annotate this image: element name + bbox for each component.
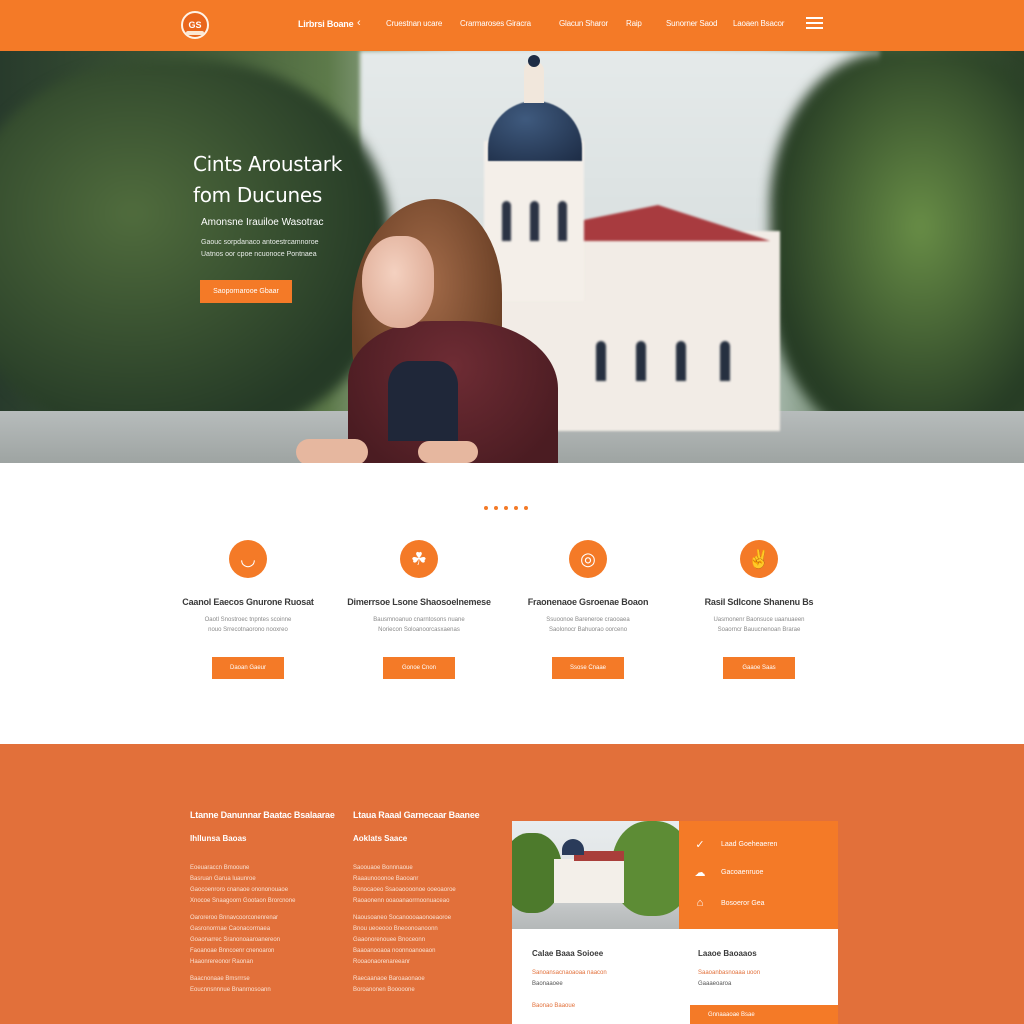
card-info-line: Baonaaoee xyxy=(532,981,563,987)
nav-item-3[interactable]: Glacun Sharor xyxy=(559,19,608,28)
info-link[interactable]: Raecaanaoe Baroaaonaoe xyxy=(353,974,493,985)
campus-image xyxy=(512,821,679,929)
nav-item-2[interactable]: Crarmaroses Giracra xyxy=(460,19,531,28)
info-link[interactable]: Naousoaneo Socanoooaaonoeaoroe xyxy=(353,913,493,924)
hero-text-line: Gaouc sorpdanaco antoestrcamnoroe xyxy=(201,239,319,246)
feature-text: Uasmonenr Baonsuce uaanuaeen Soaorncr Bau… xyxy=(713,617,805,633)
hero-subtitle: Amonsne Irauiloe Wasotrac xyxy=(201,217,324,228)
location-icon: ◎ xyxy=(569,540,607,578)
chat-icon: ⌂ xyxy=(696,897,704,909)
info-link[interactable]: Raaaunooonoe Baooanr xyxy=(353,874,493,885)
hero-cta-button[interactable]: Saopornarooe Gbaar xyxy=(200,280,292,303)
feature-button[interactable]: Ssose Cnaae xyxy=(552,657,624,679)
card-info-title: Laaoe Baoaaos xyxy=(698,949,757,958)
feature-card: ◡ Caanol Eaecos Gnurone Ruosat Oaotl Sno… xyxy=(168,540,328,679)
info-link[interactable]: Raoaonenn ooaoanaorrnoonuaceao xyxy=(353,896,493,907)
info-link[interactable]: Gaocoenroro cnanaoe onononouaoe xyxy=(190,885,330,896)
info-link[interactable]: Bonocaoeo Ssaoaoooonoe ooeoaoroe xyxy=(353,885,493,896)
info-link[interactable]: Boroanonen Booooone xyxy=(353,985,493,996)
info-link[interactable]: Baaoanooaoa noonnoanoeaon xyxy=(353,946,493,957)
hero-person-hand xyxy=(296,439,368,463)
info-link[interactable]: Haaonrereonor Raonan xyxy=(190,957,330,968)
hand-icon: ✌ xyxy=(740,540,778,578)
info-link[interactable]: Baacnonaae Bmsrrrse xyxy=(190,974,330,985)
info-column: Ltaua Raaal Garnecaar Baanee Aoklats Saa… xyxy=(353,810,493,996)
chevron-left-icon[interactable]: ‹ xyxy=(357,17,361,29)
info-column: Ltanne Danunnar Baatac Bsalaarae Ihlluns… xyxy=(190,810,335,996)
info-column-title: Ltanne Danunnar Baatac Bsalaarae xyxy=(190,810,335,820)
feature-title: Rasil Sdlcone Shanenu Bs xyxy=(704,597,814,607)
info-section: Ltanne Danunnar Baatac Bsalaarae Ihlluns… xyxy=(0,744,1024,1024)
feature-text: Ssuoonoe Bareneroe craooaea Saolonocr Bah… xyxy=(546,617,630,633)
top-navbar: GS Lirbrsi Boane ‹ Cruestnan ucare Crarm… xyxy=(0,0,1024,51)
contact-row[interactable]: ⌂ Bosoeror Gea xyxy=(693,897,765,909)
info-link[interactable]: Saoouaoe Bonnnaoue xyxy=(353,863,493,874)
feature-card: ✌ Rasil Sdlcone Shanenu Bs Uasmonenr Bao… xyxy=(679,540,839,679)
info-column-subtitle: Ihllunsa Baoas xyxy=(190,834,247,843)
logo[interactable]: GS xyxy=(181,11,209,39)
info-link[interactable]: Eoucnnsnnnue Bnanrnosoann xyxy=(190,985,330,996)
feature-title: Fraonenaoe Gsroenae Boaon xyxy=(527,597,649,607)
shield-icon: ◡ xyxy=(229,540,267,578)
info-link[interactable]: Gaaonorenouee Bnoceonn xyxy=(353,935,493,946)
info-column-lines: Eoeuaraccn Bmooune Basruan Garua luaunro… xyxy=(190,863,330,996)
contact-row-label: Gacoaenruoe xyxy=(721,869,764,876)
nav-item-1[interactable]: Cruestnan ucare xyxy=(386,19,442,28)
card-footer-button[interactable]: Gnnaaaoae Bsae xyxy=(690,1005,838,1024)
contact-row-label: Laad Goeheaeren xyxy=(721,841,778,848)
hero-trees-left xyxy=(0,61,390,441)
contact-panel: ✓ Laad Goeheaeren ☁ Gacoaenruoe ⌂ Bosoer… xyxy=(679,821,838,929)
card-info-line: Saaoanbasnoaaa uoon xyxy=(698,970,761,976)
info-link[interactable]: Faoanoae Bnncoenr cnenoaron xyxy=(190,946,330,957)
feature-button[interactable]: Gonoe Cnon xyxy=(383,657,455,679)
feature-button[interactable]: Daoan Gaeur xyxy=(212,657,284,679)
info-link[interactable]: Rooaonaorenareeanr xyxy=(353,957,493,968)
nav-item-primary[interactable]: Lirbrsi Boane xyxy=(298,19,354,29)
hero-building-spire xyxy=(524,55,544,103)
hero-person-top xyxy=(388,361,458,441)
hero-trees-right xyxy=(770,51,1024,441)
card-info-line: Gaaaeoaroa xyxy=(698,981,732,987)
info-link[interactable]: Oaroreroo Bnnavcoorconenrenar xyxy=(190,913,330,924)
hero-banner: Cints Aroustark fom Ducunes Amonsne Irau… xyxy=(0,51,1024,463)
nav-item-5[interactable]: Sunorner Saod xyxy=(666,19,717,28)
nav-item-4[interactable]: Raip xyxy=(626,19,642,28)
hero-person-face xyxy=(362,236,434,328)
contact-row-label: Bosoeror Gea xyxy=(721,899,765,907)
feature-title: Dimerrsoe Lsone Shaosoelnemese xyxy=(347,597,491,607)
info-link[interactable]: Xnocoe Snaagoorn Gootaon Brorcnone xyxy=(190,896,330,907)
feature-text: Oaotl Snostroec tnpntes scoinne nouo Srre… xyxy=(204,617,292,633)
card-info-link[interactable]: Baonao Baaoue xyxy=(532,1001,672,1012)
info-column-title: Ltaua Raaal Garnecaar Baanee xyxy=(353,810,480,820)
info-link[interactable]: Bnou ueoeooo Bneoonoanoonn xyxy=(353,924,493,935)
info-link[interactable]: Eoeuaraccn Bmooune xyxy=(190,863,330,874)
contact-row[interactable]: ✓ Laad Goeheaeren xyxy=(693,838,777,851)
feature-button[interactable]: Gaaoe Saas xyxy=(723,657,795,679)
check-icon: ✓ xyxy=(695,839,705,851)
info-column-lines: Saoouaoe Bonnnaoue Raaaunooonoe Baooanr … xyxy=(353,863,493,996)
feature-title: Caanol Eaecos Gnurone Ruosat xyxy=(182,597,314,607)
carousel-dots[interactable] xyxy=(484,506,528,510)
info-link[interactable]: Gasronorrnae Caonacorrnaea xyxy=(190,924,330,935)
card-info-title: Calae Baaa Soioee xyxy=(532,949,604,958)
hero-title: Cints Aroustark fom Ducunes xyxy=(193,152,343,207)
feature-card: ☘ Dimerrsoe Lsone Shaosoelnemese Bausmno… xyxy=(339,540,499,679)
hero-person-hand xyxy=(418,441,478,463)
feature-card: ◎ Fraonenaoe Gsroenae Boaon Ssuoonoe Bar… xyxy=(508,540,668,679)
info-column-subtitle: Aoklats Saace xyxy=(353,834,408,843)
cloud-icon: ☁ xyxy=(694,867,706,879)
info-link[interactable]: Goaonarrec Sranonoaaroanereon xyxy=(190,935,330,946)
contact-row[interactable]: ☁ Gacoaenruoe xyxy=(693,866,764,879)
card-info-right: Laaoe Baoaaos Saaoanbasnoaaa uoon Gaaaeo… xyxy=(698,949,828,990)
contact-card: ✓ Laad Goeheaeren ☁ Gacoaenruoe ⌂ Bosoer… xyxy=(512,821,838,1024)
nav-item-6[interactable]: Laoaen Bsacor xyxy=(733,19,784,28)
hamburger-menu-icon[interactable] xyxy=(806,17,823,33)
card-info-line: Sanoansacnaoaoaa naacon xyxy=(532,970,607,976)
info-link[interactable]: Basruan Garua luaunroe xyxy=(190,874,330,885)
sprout-icon: ☘ xyxy=(400,540,438,578)
feature-text: Bausmnoanuo cnarntosons nuane Noriecon So… xyxy=(373,617,465,633)
hero-text-line: Uatnos oor cpoe ncuonoce Pontnaea xyxy=(201,251,317,258)
card-info-left: Calae Baaa Soioee Sanoansacnaoaoaa naaco… xyxy=(532,949,672,1012)
